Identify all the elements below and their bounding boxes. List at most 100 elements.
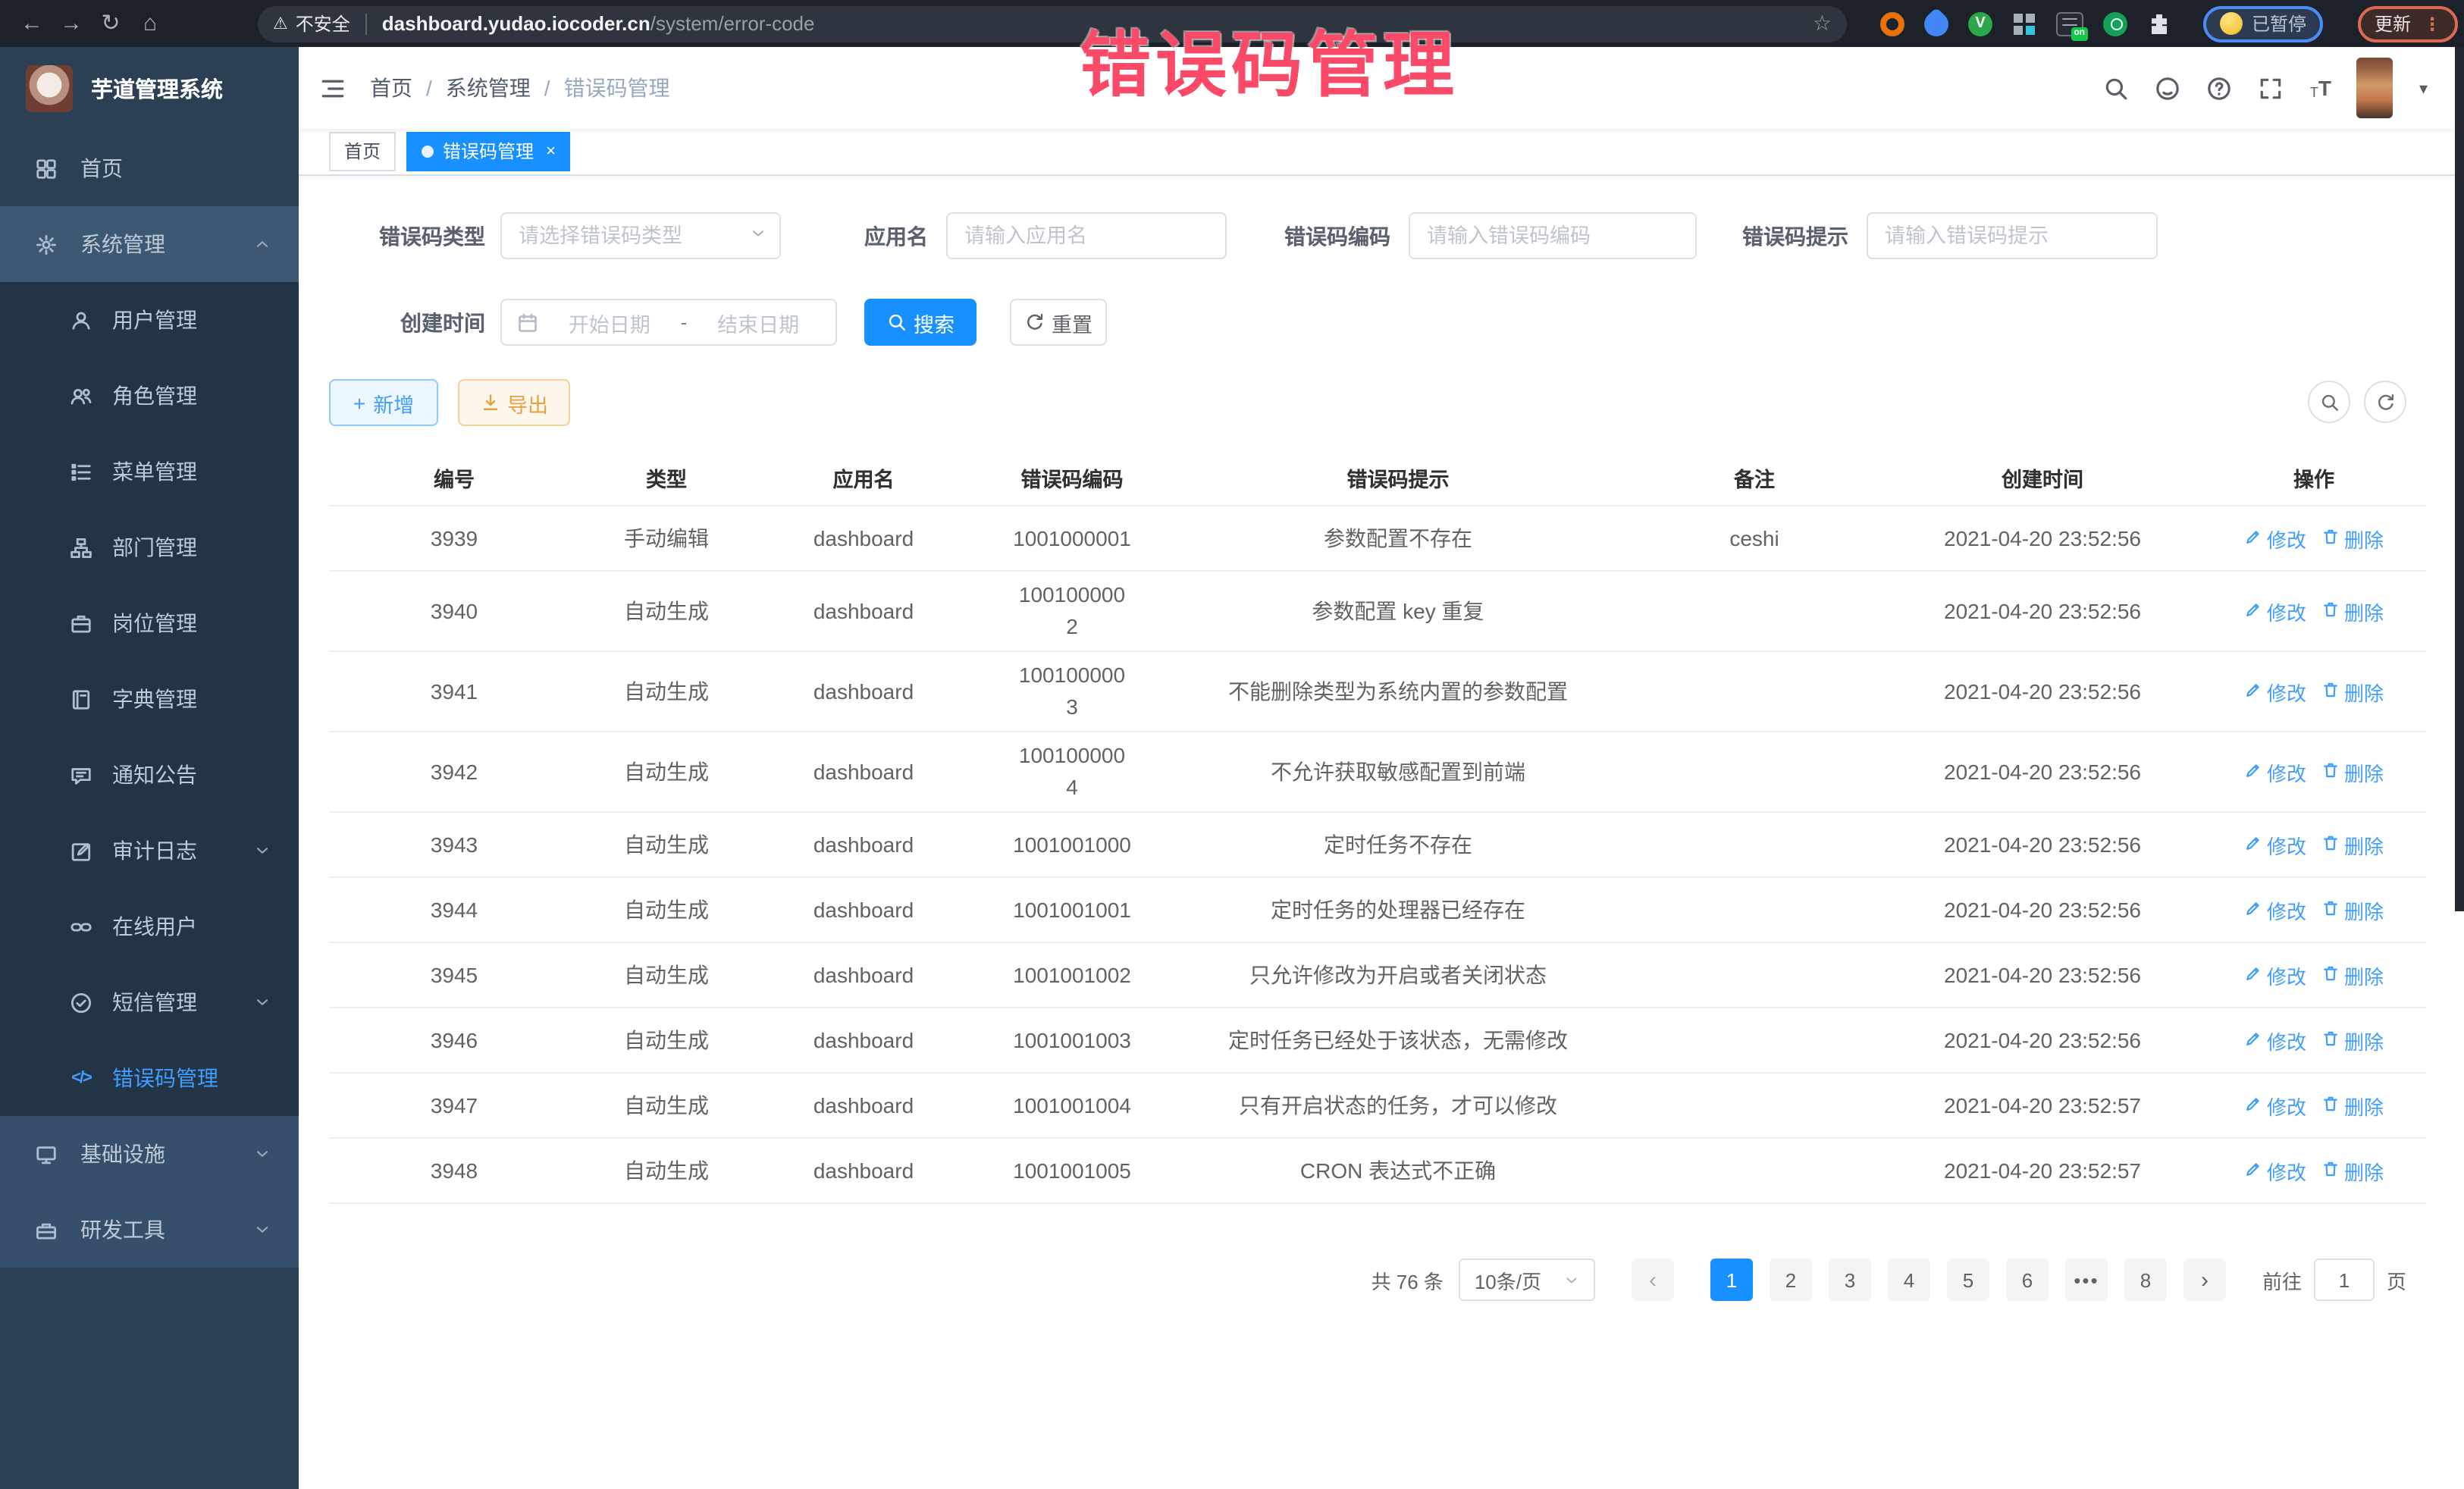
edit-link[interactable]: 修改	[2244, 895, 2306, 924]
reload-icon[interactable]: ↻	[91, 0, 130, 47]
delete-link[interactable]: 删除	[2321, 1091, 2384, 1120]
edit-link[interactable]: 修改	[2244, 1091, 2306, 1120]
more-pages-button[interactable]: •••	[2065, 1259, 2108, 1301]
page-button-4[interactable]: 4	[1888, 1259, 1930, 1301]
page-size-select[interactable]: 10条/页	[1459, 1259, 1595, 1301]
sidebar-item-devtool[interactable]: 研发工具	[0, 1192, 299, 1268]
tab-首页[interactable]: 首页	[329, 132, 396, 171]
table-row: 3940自动生成dashboard100100000 2参数配置 key 重复2…	[329, 571, 2426, 651]
url-bar[interactable]: ⚠ 不安全 dashboard.yudao.iocoder.cn/system/…	[258, 5, 1847, 42]
breadcrumb-system[interactable]: 系统管理	[446, 73, 531, 103]
prev-page-button[interactable]: ‹	[1632, 1259, 1674, 1301]
sidebar-item-menu[interactable]: 菜单管理	[0, 434, 299, 509]
sidebar-item-online[interactable]: 在线用户	[0, 889, 299, 964]
search-button[interactable]: 搜索	[864, 299, 977, 346]
extension-orange-icon[interactable]	[1880, 11, 1904, 36]
extension-green-icon[interactable]: V	[1968, 11, 1992, 36]
hide-search-button[interactable]	[2308, 381, 2350, 423]
delete-link[interactable]: 删除	[2321, 895, 2384, 924]
sidebar-item-audit[interactable]: 审计日志	[0, 813, 299, 889]
delete-link[interactable]: 删除	[2321, 1156, 2384, 1185]
tab-错误码管理[interactable]: 错误码管理×	[406, 132, 571, 171]
page-button-3[interactable]: 3	[1829, 1259, 1871, 1301]
next-page-button[interactable]: ›	[2183, 1259, 2226, 1301]
edit-label: 修改	[2267, 524, 2306, 553]
sidebar-item-sms[interactable]: 短信管理	[0, 964, 299, 1040]
help-icon[interactable]	[2207, 75, 2233, 101]
pagination: 共 76 条 10条/页 ‹ 123456•••8 › 前往 页	[299, 1259, 2406, 1301]
delete-link[interactable]: 删除	[2321, 830, 2384, 859]
extension-squares-icon[interactable]	[2012, 11, 2036, 36]
add-button[interactable]: + 新增	[329, 379, 438, 426]
user-avatar[interactable]	[2357, 58, 2393, 118]
error-hint-input[interactable]	[1867, 212, 2158, 259]
cell-remark	[1625, 1073, 1883, 1138]
sidebar-item-label: 字典管理	[112, 684, 197, 714]
page-button-2[interactable]: 2	[1770, 1259, 1812, 1301]
cell-code: 100100000 4	[973, 732, 1171, 812]
edit-link[interactable]: 修改	[2244, 1156, 2306, 1185]
delete-link[interactable]: 删除	[2321, 524, 2384, 553]
github-icon[interactable]	[2155, 75, 2181, 101]
hamburger-icon[interactable]	[320, 75, 346, 101]
delete-link[interactable]: 删除	[2321, 677, 2384, 706]
cell-remark	[1625, 651, 1883, 732]
font-size-icon[interactable]: TT	[2310, 76, 2331, 100]
page-button-8[interactable]: 8	[2124, 1259, 2167, 1301]
sidebar-item-post[interactable]: 岗位管理	[0, 585, 299, 661]
error-type-select[interactable]	[500, 212, 781, 259]
app-name-input[interactable]	[946, 212, 1227, 259]
edit-link[interactable]: 修改	[2244, 597, 2306, 625]
extension-key-icon[interactable]	[2103, 11, 2127, 36]
edit-link[interactable]: 修改	[2244, 830, 2306, 859]
sidebar-item-errcode[interactable]: </>错误码管理	[0, 1040, 299, 1116]
edit-link[interactable]: 修改	[2244, 677, 2306, 706]
home-icon[interactable]: ⌂	[130, 0, 170, 47]
cell-app: dashboard	[754, 732, 973, 812]
delete-label: 删除	[2344, 757, 2384, 786]
delete-link[interactable]: 删除	[2321, 597, 2384, 625]
bookmark-star-icon[interactable]: ☆	[1813, 11, 1832, 36]
goto-page-input[interactable]	[2314, 1259, 2375, 1301]
edit-link[interactable]: 修改	[2244, 757, 2306, 786]
cell-id: 3941	[329, 651, 579, 732]
sidebar-item-home[interactable]: 首页	[0, 130, 299, 206]
error-code-input[interactable]	[1409, 212, 1697, 259]
edit-link[interactable]: 修改	[2244, 1026, 2306, 1055]
sidebar-item-infra[interactable]: 基础设施	[0, 1116, 299, 1192]
update-button[interactable]: 更新 ⋮	[2358, 5, 2458, 42]
goto-label: 前往	[2262, 1265, 2302, 1294]
sidebar-item-system[interactable]: 系统管理	[0, 206, 299, 282]
extensions-puzzle-icon[interactable]	[2147, 11, 2171, 36]
sidebar-item-dept[interactable]: 部门管理	[0, 509, 299, 585]
close-icon[interactable]: ×	[546, 133, 556, 170]
error-code-table: 编号类型应用名错误码编码错误码提示备注创建时间操作3939手动编辑dashboa…	[329, 450, 2426, 1204]
reset-button[interactable]: 重置	[1010, 299, 1107, 346]
forward-icon[interactable]: →	[52, 0, 91, 47]
export-button[interactable]: 导出	[458, 379, 570, 426]
sidebar-item-label: 菜单管理	[112, 456, 197, 487]
page-button-1[interactable]: 1	[1710, 1259, 1753, 1301]
edit-link[interactable]: 修改	[2244, 961, 2306, 989]
delete-link[interactable]: 删除	[2321, 757, 2384, 786]
user-caret-down-icon[interactable]: ▾	[2419, 78, 2428, 98]
sidebar-item-role[interactable]: 角色管理	[0, 358, 299, 434]
sidebar-item-notice[interactable]: 通知公告	[0, 737, 299, 813]
sidebar-item-user[interactable]: 用户管理	[0, 282, 299, 358]
breadcrumb-home[interactable]: 首页	[370, 73, 412, 103]
refresh-table-button[interactable]	[2364, 381, 2406, 423]
delete-link[interactable]: 删除	[2321, 961, 2384, 989]
extension-blue-icon[interactable]	[1919, 6, 1953, 40]
delete-link[interactable]: 删除	[2321, 1026, 2384, 1055]
extension-on-badge-icon[interactable]: on	[2056, 11, 2083, 36]
page-button-5[interactable]: 5	[1947, 1259, 1989, 1301]
date-range-picker[interactable]: 开始日期 - 结束日期	[500, 299, 837, 346]
sidebar-item-dict[interactable]: 字典管理	[0, 661, 299, 737]
profile-chip[interactable]: 已暂停	[2203, 5, 2323, 42]
window-scrollbar[interactable]	[2455, 47, 2464, 911]
header-search-icon[interactable]	[2104, 75, 2130, 101]
edit-link[interactable]: 修改	[2244, 524, 2306, 553]
back-icon[interactable]: ←	[12, 0, 52, 47]
page-button-6[interactable]: 6	[2006, 1259, 2049, 1301]
fullscreen-icon[interactable]	[2259, 75, 2284, 101]
